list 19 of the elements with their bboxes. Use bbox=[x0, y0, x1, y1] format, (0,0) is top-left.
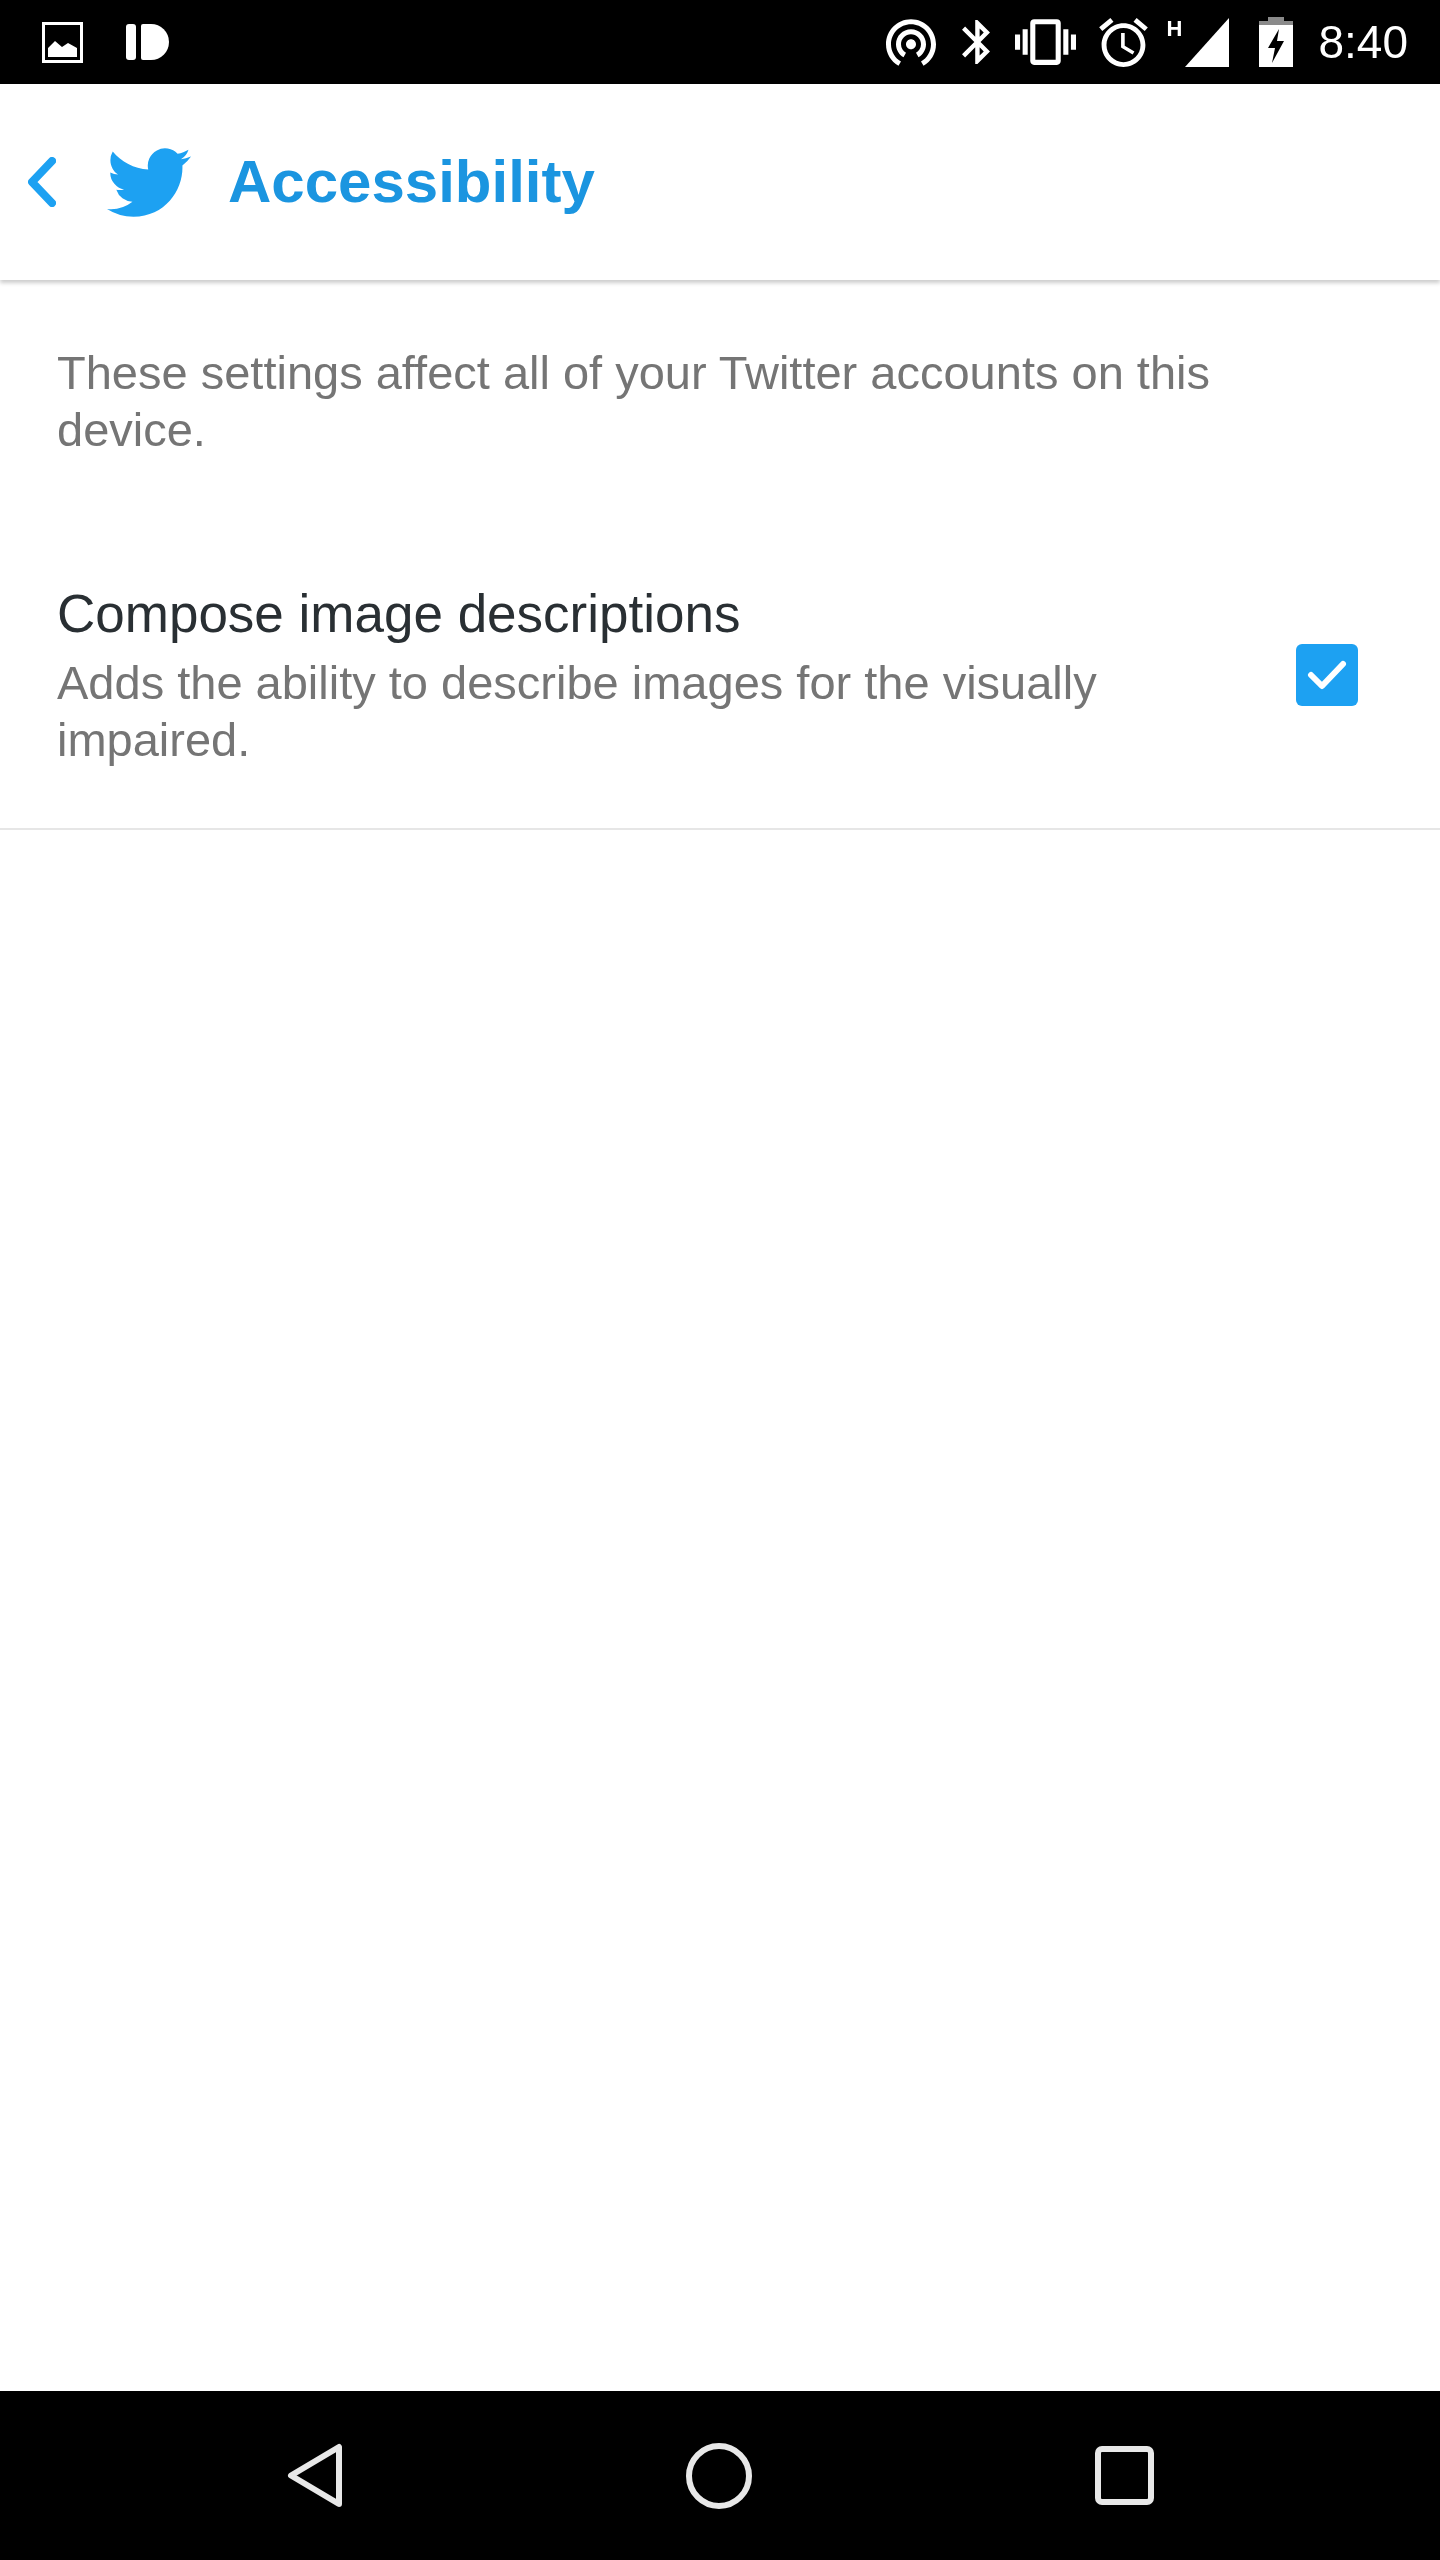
image-icon bbox=[42, 21, 83, 63]
settings-note: These settings affect all of your Twitter accounts on this device. bbox=[57, 345, 1211, 458]
setting-title: Compose image descriptions bbox=[57, 583, 742, 645]
battery-charging-icon bbox=[1259, 17, 1294, 67]
bluetooth-icon bbox=[961, 20, 990, 64]
network-type-label: H bbox=[1166, 18, 1183, 40]
check-icon bbox=[1307, 660, 1347, 690]
setting-description: Adds the ability to describe images for the visually impaired. bbox=[57, 655, 1098, 768]
vibrate-icon bbox=[1014, 19, 1076, 65]
status-time: 8:40 bbox=[1318, 19, 1408, 65]
bar-half-disc-icon bbox=[126, 24, 169, 60]
page-title: Accessibility bbox=[228, 152, 595, 212]
home-icon[interactable] bbox=[685, 2442, 752, 2509]
bird-logo-icon bbox=[107, 147, 191, 217]
checkbox[interactable] bbox=[1296, 644, 1358, 706]
recents-icon[interactable] bbox=[1094, 2446, 1154, 2505]
alarm-clock-icon bbox=[1098, 17, 1148, 67]
cell-signal-icon bbox=[1185, 17, 1230, 67]
hotspot-icon bbox=[885, 18, 936, 66]
